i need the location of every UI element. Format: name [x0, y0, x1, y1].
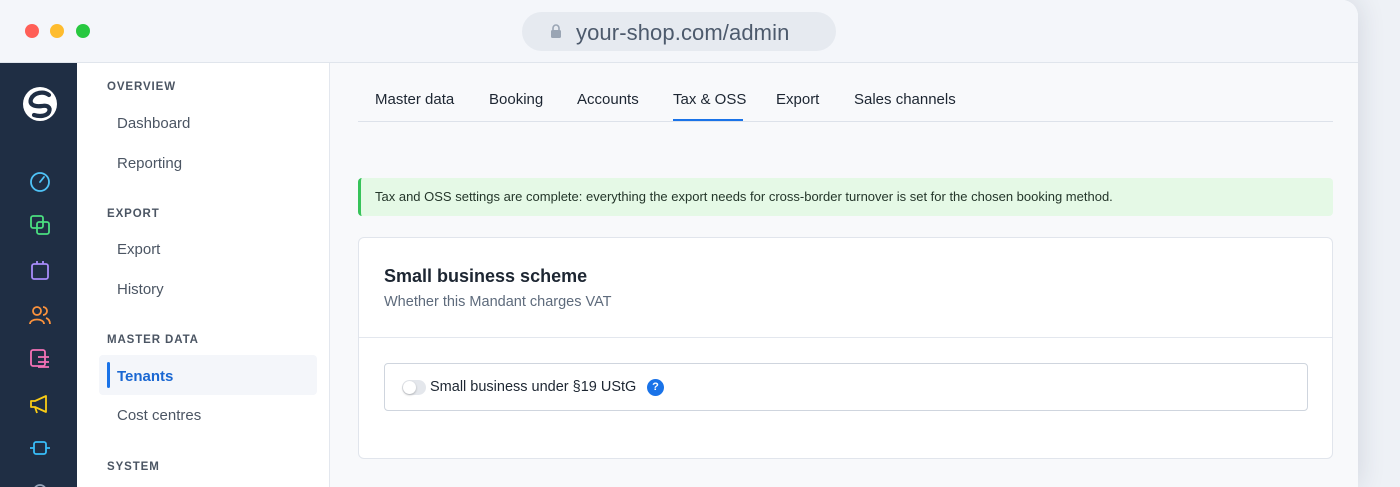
content-icon[interactable]: [28, 347, 52, 371]
main-navigation-rail: [0, 63, 77, 487]
toggle-knob: [403, 381, 416, 394]
nav-item-dashboard[interactable]: Dashboard: [117, 115, 190, 132]
minimize-window-button[interactable]: [50, 24, 64, 38]
nav-section-system: SYSTEM: [107, 461, 160, 473]
lock-icon: [551, 24, 561, 38]
tab-accounts[interactable]: Accounts: [577, 91, 639, 108]
secondary-navigation: OVERVIEW Dashboard Reporting EXPORT Expo…: [77, 63, 330, 487]
extensions-plug-icon[interactable]: [28, 436, 52, 460]
small-business-card: Small business scheme Whether this Manda…: [358, 237, 1333, 459]
tab-export[interactable]: Export: [776, 91, 819, 108]
nav-section-master-data: MASTER DATA: [107, 334, 199, 346]
browser-window: your-shop.com/admin OVERVIEW Dashboard R…: [0, 0, 1358, 487]
nav-section-export: EXPORT: [107, 208, 160, 220]
tab-bar: Master data Booking Accounts Tax & OSS E…: [358, 63, 1333, 122]
card-subtitle: Whether this Mandant charges VAT: [384, 294, 612, 310]
main-content: Master data Booking Accounts Tax & OSS E…: [330, 63, 1358, 487]
nav-item-history[interactable]: History: [117, 281, 164, 298]
tab-tax-oss[interactable]: Tax & OSS: [673, 91, 746, 108]
address-bar-url: your-shop.com/admin: [576, 20, 790, 45]
help-icon[interactable]: ?: [647, 379, 664, 396]
small-business-field: Small business under §19 UStG ?: [384, 363, 1308, 411]
nav-section-overview: OVERVIEW: [107, 81, 176, 93]
catalogue-icon[interactable]: [28, 213, 52, 237]
orders-bag-icon[interactable]: [28, 258, 52, 282]
tab-master-data[interactable]: Master data: [375, 91, 454, 108]
nav-active-indicator: [107, 362, 110, 388]
nav-item-tenants[interactable]: Tenants: [117, 368, 173, 385]
nav-item-export[interactable]: Export: [117, 241, 160, 258]
maximize-window-button[interactable]: [76, 24, 90, 38]
tab-sales-channels[interactable]: Sales channels: [854, 91, 956, 108]
customers-icon[interactable]: [28, 303, 52, 327]
shopware-logo-icon[interactable]: [22, 86, 58, 122]
success-alert: Tax and OSS settings are complete: every…: [358, 178, 1333, 216]
card-divider: [359, 337, 1332, 338]
settings-gear-icon[interactable]: [28, 479, 52, 487]
active-tab-underline: [673, 119, 743, 121]
marketing-megaphone-icon[interactable]: [28, 392, 52, 416]
close-window-button[interactable]: [25, 24, 39, 38]
address-bar[interactable]: your-shop.com/admin: [522, 12, 836, 51]
small-business-label[interactable]: Small business under §19 UStG: [430, 379, 636, 395]
browser-chrome: your-shop.com/admin: [0, 0, 1358, 63]
small-business-toggle[interactable]: [402, 380, 426, 395]
dashboard-gauge-icon[interactable]: [28, 169, 52, 193]
nav-item-reporting[interactable]: Reporting: [117, 155, 182, 172]
tab-booking[interactable]: Booking: [489, 91, 543, 108]
card-title: Small business scheme: [384, 266, 588, 286]
nav-item-cost-centres[interactable]: Cost centres: [117, 407, 201, 424]
